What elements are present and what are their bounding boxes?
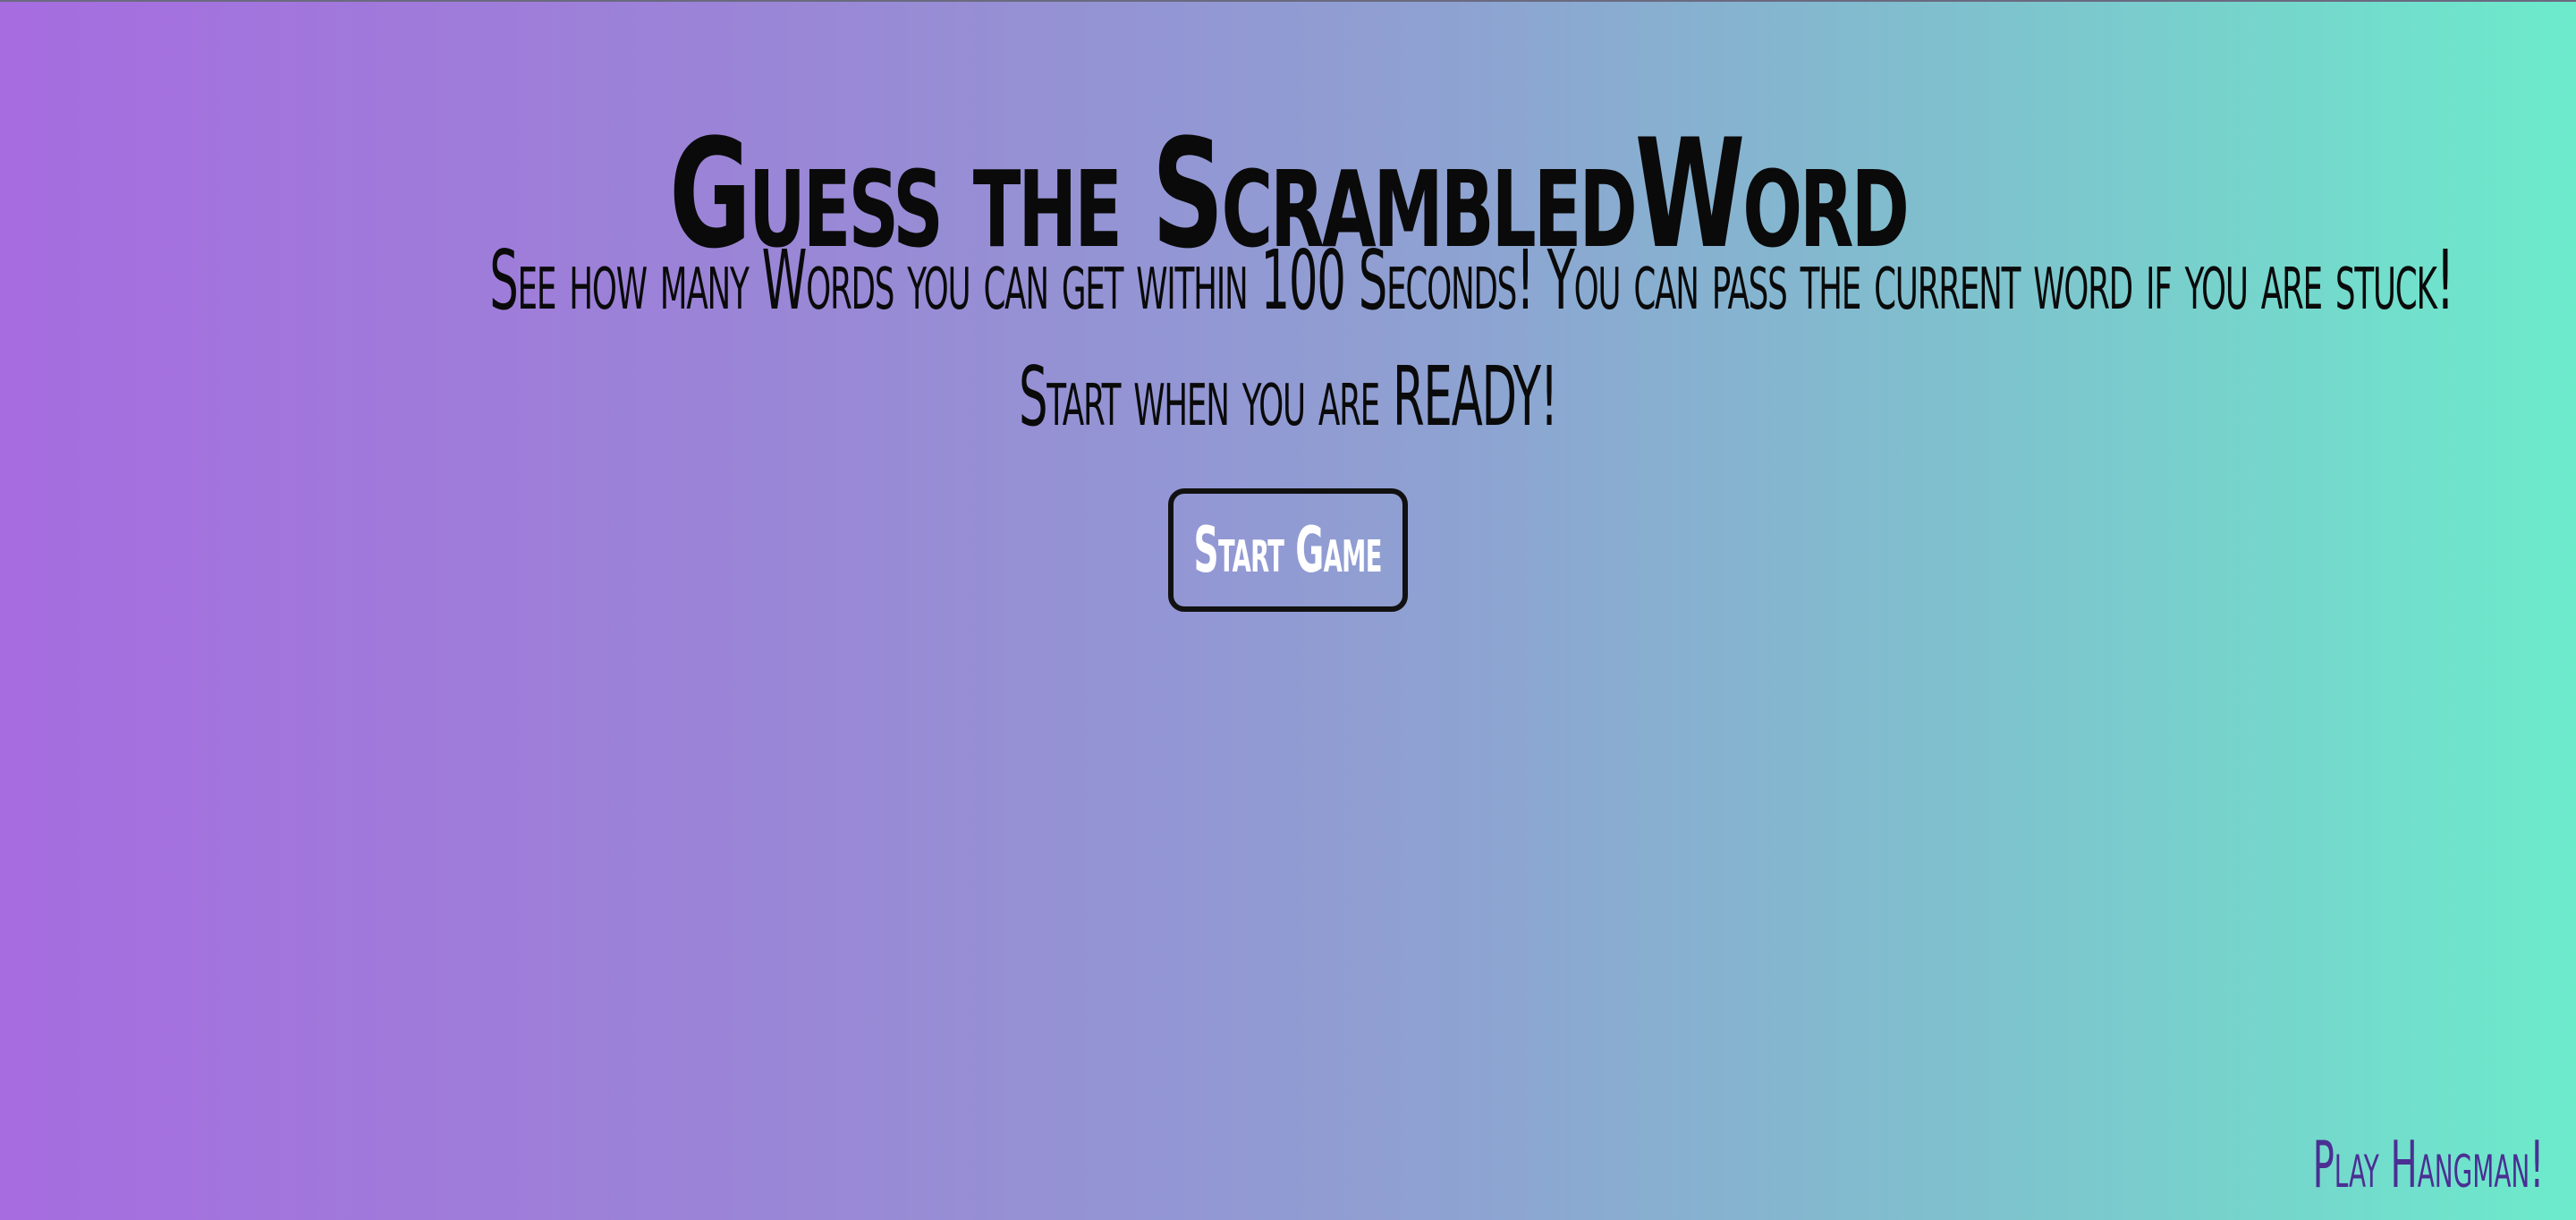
start-game-label: Start Game (1193, 513, 1383, 587)
play-hangman-link[interactable]: Play Hangman! (2312, 1127, 2544, 1202)
start-game-button[interactable]: Start Game (1168, 488, 1408, 612)
game-instructions: See how many Words you can get within 10… (489, 233, 2454, 328)
ready-prompt: Start when you are READY! (1018, 349, 1558, 445)
